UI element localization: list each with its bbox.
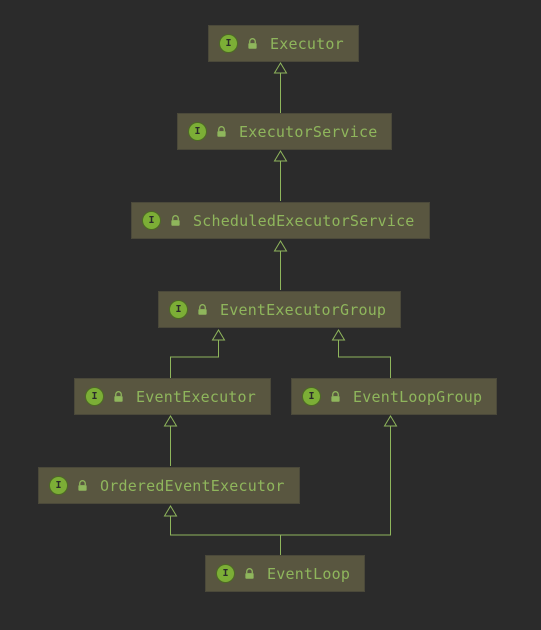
node-event-executor-group[interactable]: I EventExecutorGroup xyxy=(158,291,401,328)
node-scheduled-executor-service[interactable]: I ScheduledExecutorService xyxy=(131,202,430,239)
interface-icon: I xyxy=(188,122,207,141)
node-executor[interactable]: I Executor xyxy=(208,25,359,62)
node-ordered-event-executor[interactable]: I OrderedEventExecutor xyxy=(38,467,300,504)
lock-icon xyxy=(169,215,181,227)
class-hierarchy-diagram: I Executor I ExecutorService I Scheduled… xyxy=(0,0,541,630)
interface-icon: I xyxy=(49,476,68,495)
node-label: EventExecutor xyxy=(136,388,256,406)
node-label: ExecutorService xyxy=(239,123,377,141)
node-label: OrderedEventExecutor xyxy=(100,477,285,495)
node-label: EventLoopGroup xyxy=(353,388,482,406)
node-event-executor[interactable]: I EventExecutor xyxy=(74,378,271,415)
lock-icon xyxy=(196,304,208,316)
interface-icon: I xyxy=(169,300,188,319)
lock-icon xyxy=(76,480,88,492)
interface-icon: I xyxy=(142,211,161,230)
interface-icon: I xyxy=(302,387,321,406)
lock-icon xyxy=(112,391,124,403)
lock-icon xyxy=(329,391,341,403)
lock-icon xyxy=(215,126,227,138)
node-event-loop[interactable]: I EventLoop xyxy=(205,555,365,592)
interface-icon: I xyxy=(219,34,238,53)
interface-icon: I xyxy=(85,387,104,406)
node-label: EventLoop xyxy=(267,565,350,583)
node-event-loop-group[interactable]: I EventLoopGroup xyxy=(291,378,497,415)
node-label: EventExecutorGroup xyxy=(220,301,386,319)
interface-icon: I xyxy=(216,564,235,583)
node-label: Executor xyxy=(270,35,344,53)
lock-icon xyxy=(243,568,255,580)
node-executor-service[interactable]: I ExecutorService xyxy=(177,113,392,150)
lock-icon xyxy=(246,38,258,50)
node-label: ScheduledExecutorService xyxy=(193,212,415,230)
